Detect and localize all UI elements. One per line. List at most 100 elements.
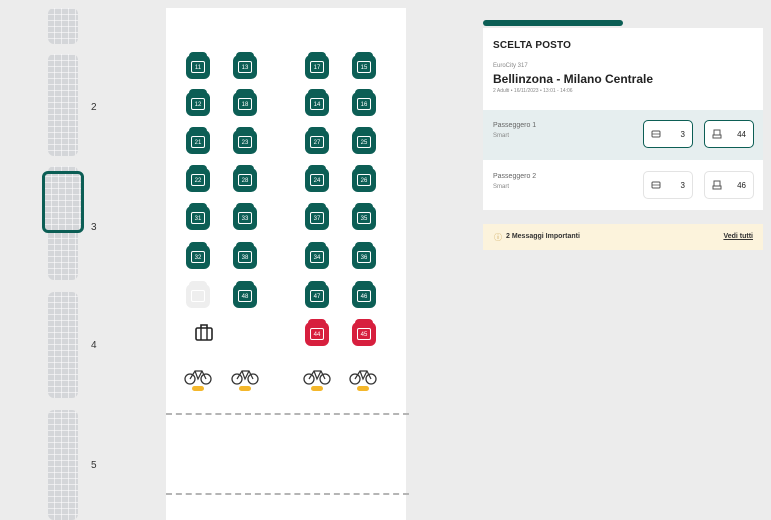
seat-number: 22 [191,174,205,186]
seat-number: 32 [191,251,205,263]
seat[interactable]: 18 [233,89,257,116]
seat-number: 37 [310,212,324,224]
car-number: 3 [680,180,685,190]
bike-icon[interactable] [183,366,213,392]
car-thumbnail-5[interactable] [48,410,78,520]
bike-icon[interactable] [348,366,378,392]
seat[interactable]: 12 [186,89,210,116]
seat-number: 44 [310,328,324,340]
seat-number: 21 [191,136,205,148]
seat-number: 46 [357,290,371,302]
seat[interactable]: 27 [305,127,329,154]
messages-text: 2 Messaggi Importanti [506,233,580,240]
seat-number: 46 [737,180,746,190]
car-chip[interactable]: 3 [643,171,693,199]
seat[interactable]: 48 [233,281,257,308]
seat-number: 12 [191,98,205,110]
seat[interactable]: 34 [305,242,329,269]
seat-number: 44 [737,129,746,139]
seat-unavailable [186,281,210,308]
seat-number: 34 [310,251,324,263]
selected-car-indicator[interactable] [42,171,84,233]
seat[interactable]: 15 [352,52,376,79]
seat-number [191,290,205,302]
seat[interactable]: 36 [352,242,376,269]
car-label-5: 5 [91,460,97,471]
seat[interactable]: 47 [305,281,329,308]
seat-number: 17 [310,61,324,73]
seat[interactable]: 23 [233,127,257,154]
seat[interactable]: 17 [305,52,329,79]
train-car-icon [651,181,661,189]
seat[interactable]: 31 [186,203,210,230]
progress-fill [483,20,623,26]
seat[interactable]: 26 [352,165,376,192]
seat-number: 28 [238,174,252,186]
seat-number: 45 [357,328,371,340]
passenger-row-1[interactable]: Passeggero 1 Smart 3 44 [483,110,763,160]
seat-number: 18 [238,98,252,110]
seat-number: 35 [357,212,371,224]
car-chip[interactable]: 3 [643,120,693,148]
seat[interactable]: 14 [305,89,329,116]
seat-number: 36 [357,251,371,263]
car-thumbnail-1[interactable] [48,8,78,44]
seat-icon [712,180,722,190]
seat-chip[interactable]: 44 [704,120,754,148]
info-icon: ⓘ [494,233,502,242]
car-label-4: 4 [91,340,97,351]
seat-number: 47 [310,290,324,302]
car-thumbnail-2[interactable] [48,54,78,156]
panel-title: SCELTA POSTO [493,40,572,51]
important-messages-banner: ⓘ 2 Messaggi Importanti Vedi tutti [483,224,763,250]
passenger-row-2[interactable]: Passeggero 2 Smart 3 46 [483,161,763,211]
seat-number: 15 [357,61,371,73]
seat[interactable]: 13 [233,52,257,79]
seat-number: 23 [238,136,252,148]
car-thumbnail-4[interactable] [48,292,78,398]
route-title: Bellinzona - Milano Centrale [493,72,654,86]
seat[interactable]: 33 [233,203,257,230]
passenger-name: Passeggero 2 [493,173,537,180]
seat-number: 38 [238,251,252,263]
seat[interactable]: 28 [233,165,257,192]
car-label-2: 2 [91,102,97,113]
seat-number: 13 [238,61,252,73]
seat[interactable]: 21 [186,127,210,154]
seat-selected-passenger-1[interactable]: 44 [305,319,329,346]
seat-number: 31 [191,212,205,224]
seat[interactable]: 16 [352,89,376,116]
seat-number: 27 [310,136,324,148]
seat-number: 11 [191,61,205,73]
seat[interactable]: 35 [352,203,376,230]
bike-icon[interactable] [302,366,332,392]
trip-meta: 2 Adulti • 16/11/2023 • 13:01 - 14:06 [493,88,573,94]
seat-number: 24 [310,174,324,186]
train-car-icon [651,130,661,138]
seat-chip[interactable]: 46 [704,171,754,199]
seat[interactable]: 37 [305,203,329,230]
seat-number: 26 [357,174,371,186]
seat[interactable]: 38 [233,242,257,269]
seat-number: 33 [238,212,252,224]
view-all-link[interactable]: Vedi tutti [723,233,753,240]
seat-number: 16 [357,98,371,110]
seat-icon [712,129,722,139]
seat-number: 48 [238,290,252,302]
seat-selected-passenger-2[interactable]: 45 [352,319,376,346]
seat[interactable]: 46 [352,281,376,308]
bike-icon[interactable] [230,366,260,392]
coach-divider [166,413,409,415]
passenger-tariff: Smart [493,133,510,139]
luggage-icon [195,324,213,341]
seat[interactable]: 24 [305,165,329,192]
car-label-3: 3 [91,222,97,233]
progress-bar [483,20,763,26]
seat[interactable]: 25 [352,127,376,154]
seat[interactable]: 22 [186,165,210,192]
passenger-name: Passeggero 1 [493,122,537,129]
seat[interactable]: 32 [186,242,210,269]
seat[interactable]: 11 [186,52,210,79]
seat-number: 14 [310,98,324,110]
car-number: 3 [680,129,685,139]
